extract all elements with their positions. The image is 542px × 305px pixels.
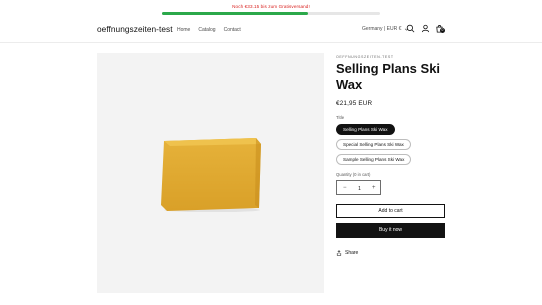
quantity-increase-button[interactable]: + [372,185,376,191]
free-shipping-progress-fill [162,11,309,15]
ski-wax-image [161,138,261,212]
search-icon[interactable] [406,24,415,33]
variant-option-selling-plans[interactable]: Selling Plans Ski Wax [336,124,395,135]
buy-now-button[interactable]: Buy it now [336,223,445,238]
variant-option-special[interactable]: Special Selling Plans Ski Wax [336,139,411,150]
quantity-label: Quantity (0 in cart) [336,172,371,177]
free-shipping-progress [162,11,380,15]
main-nav: Home Catalog Contact [177,27,241,33]
product-price: €21,95 EUR [336,100,373,107]
account-icon[interactable] [421,24,430,33]
quantity-stepper: − 1 + [336,180,381,195]
variant-option-sample[interactable]: Sample Selling Plans Ski Wax [336,154,412,165]
share-label: Share [345,250,359,256]
announcement-bar: Noch €33.15 bis zum Gratisversand! [0,0,542,18]
product-image[interactable] [97,53,324,293]
site-header: oeffnungszeiten-test Home Catalog Contac… [0,18,542,43]
option-label: Title [336,115,345,120]
cart-count-badge: 0 [440,27,445,33]
country-currency-selector[interactable]: Germany | EUR € [362,26,409,32]
store-logo[interactable]: oeffnungszeiten-test [97,24,173,34]
add-to-cart-button[interactable]: Add to cart [336,204,445,218]
nav-home[interactable]: Home [177,27,190,33]
product-title: Selling Plans Ski Wax [336,61,441,92]
nav-catalog[interactable]: Catalog [198,27,215,33]
nav-contact[interactable]: Contact [224,27,241,33]
share-button[interactable]: Share [336,250,358,256]
share-icon [336,250,342,256]
locale-label: Germany | EUR € [362,26,402,32]
shipping-threshold-text: Noch €33.15 bis zum Gratisversand! [232,4,310,9]
product-vendor: OEFFNUNGSZEITEN-TEST [336,55,394,59]
